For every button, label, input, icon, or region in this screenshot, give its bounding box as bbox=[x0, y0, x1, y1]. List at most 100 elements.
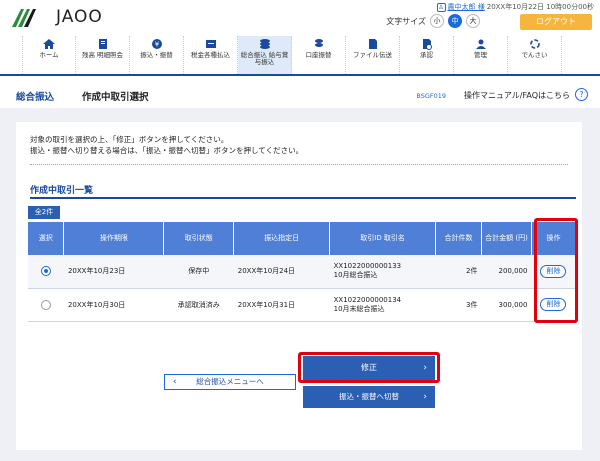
global-nav: ホーム 残高 明細照会 ¥ 振込・振替 税金各種払込 総合振込 給与賞与振込 口… bbox=[0, 36, 600, 76]
nav-item-balance[interactable]: 残高 明細照会 bbox=[76, 36, 130, 74]
date-cell: 20XX年10月31日 bbox=[233, 288, 330, 322]
font-size-label: 文字サイズ bbox=[386, 16, 426, 26]
select-cell bbox=[28, 288, 64, 322]
transaction-id: XX1022000000134 bbox=[333, 295, 402, 304]
tax-icon bbox=[205, 40, 216, 48]
select-radio[interactable] bbox=[40, 266, 51, 277]
id-name-cell: XX1022000000133 10月総合振込 bbox=[329, 255, 436, 289]
nav-item-approve[interactable]: 承認 bbox=[400, 36, 454, 74]
chevron-right-icon: › bbox=[423, 392, 427, 402]
col-date: 振込指定日 bbox=[233, 222, 331, 255]
densai-icon bbox=[529, 39, 540, 49]
category-title: 総合振込 bbox=[16, 92, 55, 103]
status-cell: 承認取消済み bbox=[163, 288, 234, 322]
chevron-left-icon: ‹ bbox=[173, 377, 177, 387]
nav-item-bulk-transfer[interactable]: 総合振込 給与賞与振込 bbox=[238, 36, 292, 74]
highlight-box-actions bbox=[534, 218, 578, 323]
page-title: 作成中取引選択 bbox=[82, 92, 149, 103]
nav-label: 管理 bbox=[474, 51, 487, 59]
switch-button-label: 振込・振替へ切替 bbox=[339, 392, 399, 401]
status-cell: 保存中 bbox=[163, 255, 234, 289]
highlight-box-fix bbox=[298, 352, 440, 383]
nav-item-account-transfer[interactable]: 口座振替 bbox=[292, 36, 346, 74]
table-row[interactable]: 20XX年10月30日 承認取消済み 20XX年10月31日 XX1022000… bbox=[28, 288, 576, 322]
col-status: 取引状態 bbox=[163, 222, 235, 255]
col-amount: 合計金額 (円) bbox=[481, 222, 532, 255]
col-deadline: 操作期限 bbox=[63, 222, 165, 255]
user-line: ♙ 農中太郎 様 20XX年10月22日 10時00分00秒 bbox=[436, 2, 594, 12]
select-cell bbox=[28, 255, 64, 289]
logout-button[interactable]: ログアウト bbox=[520, 14, 592, 30]
font-size-switcher: 文字サイズ 小 中 大 bbox=[386, 14, 480, 28]
logo: JAOO bbox=[10, 6, 103, 28]
font-size-small-button[interactable]: 小 bbox=[430, 14, 444, 28]
nav-label: 承認 bbox=[420, 51, 433, 59]
deadline-cell: 20XX年10月23日 bbox=[63, 255, 164, 289]
section-title: 作成中取引一覧 bbox=[30, 186, 94, 196]
font-size-medium-button[interactable]: 中 bbox=[448, 14, 462, 28]
help-link[interactable]: 操作マニュアル/FAQはこちら bbox=[464, 90, 570, 101]
nav-item-file-transfer[interactable]: ファイル伝送 bbox=[346, 36, 400, 74]
transaction-id: XX1022000000133 bbox=[333, 262, 402, 271]
count-badge: 全2件 bbox=[28, 206, 60, 219]
main-area: 対象の取引を選択の上、「修正」ボタンを押してください。 振込・振替へ切り替える場… bbox=[0, 108, 600, 461]
login-datetime: 20XX年10月22日 10時00分00秒 bbox=[486, 3, 594, 11]
select-radio[interactable] bbox=[40, 299, 51, 310]
switch-transfer-button[interactable]: 振込・振替へ切替 › bbox=[303, 386, 435, 408]
transaction-name: 10月末総合振込 bbox=[333, 304, 385, 313]
nav-label: 総合振込 給与賞与振込 bbox=[240, 51, 289, 66]
nav-label: でんさい bbox=[521, 51, 548, 59]
nav-item-home[interactable]: ホーム bbox=[22, 36, 76, 74]
file-icon bbox=[368, 39, 377, 49]
col-id-name: 取引ID 取引名 bbox=[329, 222, 437, 255]
table-header-row: 選択 操作期限 取引状態 振込指定日 取引ID 取引名 合計件数 合計金額 (円… bbox=[28, 222, 577, 255]
back-button-label: 総合振込メニューへ bbox=[196, 377, 264, 386]
nav-label: 税金各種払込 bbox=[191, 51, 230, 59]
count-cell: 3件 bbox=[435, 288, 482, 322]
help-icon[interactable]: ? bbox=[575, 88, 588, 101]
nav-label: ホーム bbox=[39, 51, 59, 59]
divider bbox=[30, 164, 568, 165]
amount-cell: 200,000 bbox=[481, 255, 532, 289]
transaction-name: 10月総合振込 bbox=[333, 271, 378, 280]
nav-item-densai[interactable]: でんさい bbox=[508, 36, 562, 74]
col-count: 合計件数 bbox=[435, 222, 482, 255]
nav-label: ファイル伝送 bbox=[353, 51, 392, 59]
coins-icon bbox=[259, 39, 270, 49]
header: JAOO ♙ 農中太郎 様 20XX年10月22日 10時00分00秒 文字サイ… bbox=[0, 0, 600, 36]
id-name-cell: XX1022000000134 10月末総合振込 bbox=[329, 288, 436, 322]
instruction-line: 対象の取引を選択の上、「修正」ボタンを押してください。 bbox=[30, 135, 229, 144]
approve-icon bbox=[422, 39, 432, 50]
transactions-table: 選択 操作期限 取引状態 振込指定日 取引ID 取引名 合計件数 合計金額 (円… bbox=[28, 222, 577, 322]
date-cell: 20XX年10月24日 bbox=[233, 255, 330, 289]
nav-label: 振込・振替 bbox=[140, 51, 173, 59]
amount-cell: 300,000 bbox=[481, 288, 532, 322]
deadline-cell: 20XX年10月30日 bbox=[63, 288, 164, 322]
nav-label: 口座振替 bbox=[305, 51, 332, 59]
font-size-large-button[interactable]: 大 bbox=[466, 14, 480, 28]
section-underline bbox=[30, 197, 576, 199]
user-icon: ♙ bbox=[436, 2, 446, 12]
screen-code: BSGF019 bbox=[416, 92, 446, 100]
transfer-icon bbox=[314, 39, 323, 47]
nav-item-tax[interactable]: 税金各種払込 bbox=[184, 36, 238, 74]
home-icon bbox=[43, 39, 55, 49]
logo-mark-icon bbox=[12, 9, 36, 27]
passbook-icon bbox=[98, 39, 107, 49]
count-cell: 2件 bbox=[435, 255, 482, 289]
logo-text: JAOO bbox=[56, 7, 103, 27]
col-select: 選択 bbox=[28, 222, 65, 255]
table-row[interactable]: 20XX年10月23日 保存中 20XX年10月24日 XX1022000000… bbox=[28, 255, 576, 289]
admin-icon bbox=[475, 39, 486, 49]
back-to-menu-button[interactable]: ‹ 総合振込メニューへ bbox=[164, 374, 296, 390]
instructions: 対象の取引を選択の上、「修正」ボタンを押してください。 振込・振替へ切り替える場… bbox=[30, 134, 303, 156]
title-bar: 総合振込 作成中取引選択 BSGF019 操作マニュアル/FAQはこちら ? bbox=[0, 84, 600, 106]
svg-text:¥: ¥ bbox=[154, 41, 159, 49]
nav-label: 残高 明細照会 bbox=[81, 51, 124, 59]
content-card: 対象の取引を選択の上、「修正」ボタンを押してください。 振込・振替へ切り替える場… bbox=[16, 122, 582, 450]
nav-item-transfer[interactable]: ¥ 振込・振替 bbox=[130, 36, 184, 74]
nav-item-admin[interactable]: 管理 bbox=[454, 36, 508, 74]
user-name-link[interactable]: 農中太郎 様 bbox=[448, 2, 485, 12]
yen-icon: ¥ bbox=[151, 39, 162, 49]
instruction-line: 振込・振替へ切り替える場合は、「振込・振替へ切替」ボタンを押してください。 bbox=[30, 146, 304, 155]
